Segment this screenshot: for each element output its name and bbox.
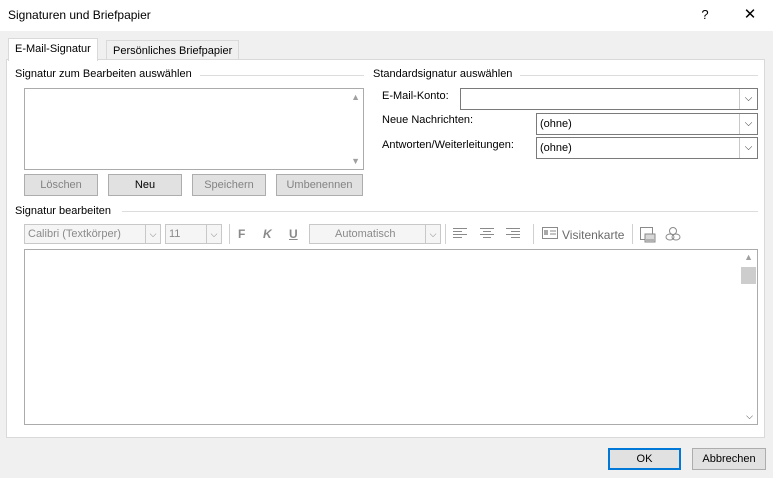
default-signature-heading: Standardsignatur auswählen [373,68,517,80]
editor-scrollbar[interactable]: ▲ ⌵ [740,250,757,424]
close-button[interactable]: ✕ [733,3,767,27]
new-messages-select[interactable]: (ohne) ⌵ [536,113,758,135]
save-button[interactable]: Speichern [192,174,266,196]
chevron-down-icon[interactable]: ⌵ [145,225,160,243]
toolbar-separator [229,224,230,244]
replies-select[interactable]: (ohne) ⌵ [536,137,758,159]
chevron-down-icon[interactable]: ⌵ [425,225,440,243]
hyperlink-icon[interactable] [665,227,681,246]
group-divider [200,75,364,76]
chevron-down-icon[interactable]: ⌵ [739,114,757,134]
scroll-down-icon[interactable]: ▼ [351,156,360,166]
insert-picture-icon[interactable] [640,227,656,246]
scrollbar-thumb[interactable] [741,267,756,284]
signature-list[interactable]: ▲ ▼ [24,88,364,170]
select-signature-heading: Signatur zum Bearbeiten auswählen [15,68,196,80]
align-right-icon[interactable] [506,227,520,242]
underline-button[interactable]: U [289,227,298,241]
font-size-value: 11 [169,228,181,240]
rename-button[interactable]: Umbenennen [276,174,363,196]
chevron-down-icon[interactable]: ⌵ [206,225,221,243]
font-size-select[interactable]: 11 ⌵ [165,224,222,244]
group-divider [122,211,758,212]
email-account-label: E-Mail-Konto: [382,90,449,102]
help-button[interactable]: ? [690,3,720,27]
new-button[interactable]: Neu [108,174,182,196]
new-messages-value: (ohne) [540,118,572,130]
tab-label: Persönliches Briefpapier [113,45,233,57]
toolbar-separator [632,224,633,244]
align-center-icon[interactable] [480,227,494,242]
toolbar-separator [533,224,534,244]
scroll-up-icon[interactable]: ▲ [744,252,753,262]
signature-editor[interactable]: ▲ ⌵ [24,249,758,425]
email-account-select[interactable]: ⌵ [460,88,758,110]
font-color-select[interactable]: Automatisch ⌵ [309,224,441,244]
tab-label: E-Mail-Signatur [15,43,91,55]
toolbar-separator [445,224,446,244]
new-messages-label: Neue Nachrichten: [382,114,474,126]
window-title: Signaturen und Briefpapier [8,8,151,22]
tab-email-signature[interactable]: E-Mail-Signatur [8,38,98,61]
business-card-button[interactable]: Visitenkarte [542,227,624,242]
chevron-down-icon[interactable]: ⌵ [739,89,757,109]
font-color-value: Automatisch [335,228,396,240]
tab-personal-stationery[interactable]: Persönliches Briefpapier [106,40,240,61]
ok-button[interactable]: OK [608,448,681,470]
replies-label: Antworten/Weiterleitungen: [382,139,514,151]
delete-button[interactable]: Löschen [24,174,98,196]
cancel-button[interactable]: Abbrechen [692,448,766,470]
group-divider [520,75,758,76]
replies-value: (ohne) [540,142,572,154]
font-value: Calibri (Textkörper) [28,228,121,240]
business-card-icon [542,227,558,242]
italic-button[interactable]: K [263,227,272,241]
font-select[interactable]: Calibri (Textkörper) ⌵ [24,224,161,244]
chevron-down-icon[interactable]: ⌵ [739,138,757,158]
bold-button[interactable]: F [238,227,245,241]
scroll-down-icon[interactable]: ⌵ [746,411,753,422]
business-card-label: Visitenkarte [562,227,625,242]
align-left-icon[interactable] [453,227,467,242]
edit-signature-heading: Signatur bearbeiten [15,205,116,217]
title-bar: Signaturen und Briefpapier ? ✕ [0,0,773,31]
scroll-up-icon[interactable]: ▲ [351,92,360,102]
